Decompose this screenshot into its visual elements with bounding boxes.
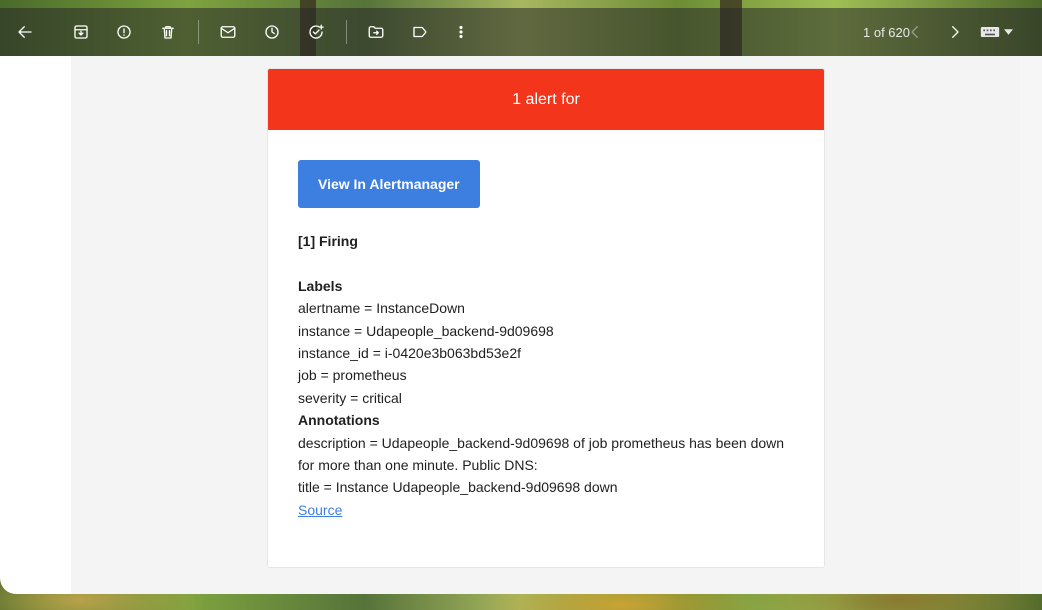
report-spam-button[interactable] xyxy=(108,16,140,48)
input-tools-button[interactable] xyxy=(980,22,1020,42)
view-in-alertmanager-button[interactable]: View In Alertmanager xyxy=(298,160,480,209)
pager-count: 1 of 620 xyxy=(863,25,910,40)
label-button[interactable] xyxy=(404,16,436,48)
back-button[interactable] xyxy=(9,16,41,48)
reading-pane: 1 alert for View In Alertmanager [1] Fir… xyxy=(0,56,1020,594)
label-severity: severity = critical xyxy=(298,389,402,406)
chevron-left-icon xyxy=(911,26,918,38)
label-icon xyxy=(413,26,427,38)
add-task-button[interactable] xyxy=(300,16,332,48)
right-side-strip xyxy=(1020,56,1042,594)
source-link[interactable]: Source xyxy=(298,502,342,518)
archive-button[interactable] xyxy=(65,16,97,48)
more-options-button[interactable] xyxy=(445,16,477,48)
delete-icon xyxy=(162,26,174,39)
add-task-icon xyxy=(309,24,324,39)
label-alertname: alertname = InstanceDown xyxy=(298,300,465,317)
more-vert-icon xyxy=(459,25,463,39)
back-arrow-icon xyxy=(18,26,32,38)
newer-button[interactable] xyxy=(899,16,931,48)
toolbar-divider xyxy=(198,20,199,44)
firing-title: [1] Firing xyxy=(298,233,358,250)
move-to-icon xyxy=(368,26,384,38)
alert-header: 1 alert for xyxy=(268,69,824,130)
annotations-title: Annotations xyxy=(298,412,380,429)
older-button[interactable] xyxy=(939,16,971,48)
alert-body: View In Alertmanager [1] Firing Labels a… xyxy=(268,130,824,551)
report-spam-icon xyxy=(117,25,131,39)
labels-title: Labels xyxy=(298,277,343,294)
snooze-button[interactable] xyxy=(256,16,288,48)
toolbar-divider xyxy=(346,20,347,44)
label-instance: instance = Udapeople_backend-9d09698 xyxy=(298,322,554,339)
mark-unread-button[interactable] xyxy=(212,16,244,48)
alert-email-card: 1 alert for View In Alertmanager [1] Fir… xyxy=(267,68,825,568)
annotation-description: description = Udapeople_backend-9d09698 … xyxy=(298,434,785,474)
label-instance-id: instance_id = i-0420e3b063bd53e2f xyxy=(298,345,522,362)
snooze-icon xyxy=(265,25,279,39)
archive-icon xyxy=(74,25,88,39)
label-job: job = prometheus xyxy=(298,367,407,384)
email-toolbar: 1 of 620 xyxy=(0,8,1042,56)
delete-button[interactable] xyxy=(152,16,184,48)
chevron-right-icon xyxy=(952,26,959,38)
move-to-button[interactable] xyxy=(360,16,392,48)
mark-unread-icon xyxy=(220,26,236,38)
annotation-title: title = Instance Udapeople_backend-9d096… xyxy=(298,479,618,496)
email-body-area: 1 alert for View In Alertmanager [1] Fir… xyxy=(71,56,1020,594)
dropdown-arrow-icon xyxy=(1004,29,1013,35)
keyboard-icon xyxy=(980,27,1000,37)
